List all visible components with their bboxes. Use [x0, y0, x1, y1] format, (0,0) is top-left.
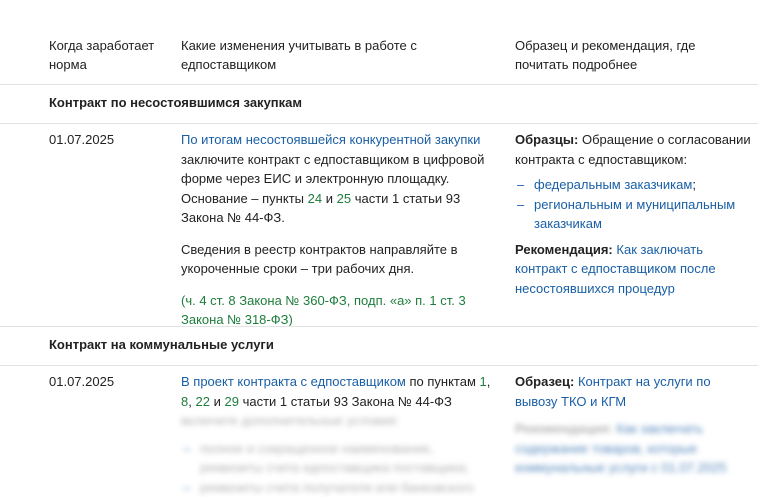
conjunction: и	[326, 191, 333, 206]
header-col-date: Когда заработает норма	[49, 36, 169, 74]
law-ref-link[interactable]: 22	[195, 394, 209, 409]
law-ref-link[interactable]: 24	[308, 191, 322, 206]
source-refs: (ч. 4 ст. 8 Закона № 360-ФЗ, подп. «а» п…	[181, 291, 496, 330]
document-table: Когда заработает норма Какие изменения у…	[0, 0, 762, 491]
article-link[interactable]: В проект контракта с едпоставщиком	[181, 374, 406, 389]
punctuation: ;	[692, 177, 696, 192]
conjunction: и	[214, 394, 221, 409]
divider	[0, 326, 758, 327]
blurred-text: включите дополнительные условия:	[181, 411, 496, 431]
effective-date: 01.07.2025	[49, 372, 114, 392]
law-ref-link[interactable]: 1	[480, 374, 487, 389]
section-title: Контракт на коммунальные услуги	[49, 337, 274, 352]
samples-cell: Образец: Контракт на услуги по вывозу ТК…	[515, 372, 755, 478]
changes-cell: По итогам несостоявшейся конкурентной за…	[181, 130, 496, 330]
effective-date: 01.07.2025	[49, 130, 114, 150]
separator: ,	[347, 293, 351, 308]
punctuation: ,	[487, 374, 491, 389]
list-item: реквизиты счета получателя или банковско…	[181, 478, 496, 497]
sample-link[interactable]: федеральным заказчикам	[534, 177, 692, 192]
blurred-label: Рекомендация:	[515, 421, 613, 436]
law-ref-link[interactable]: ч. 4 ст. 8 Закона № 360-ФЗ	[185, 293, 346, 308]
blurred-list: полное и сокращенное наименование, рекви…	[181, 439, 496, 497]
section-title: Контракт по несостоявшимся закупкам	[49, 95, 302, 110]
paywall-blurred-content: Рекомендация: Как заключать содержание т…	[515, 419, 755, 478]
sample-link[interactable]: региональным и муниципальным заказчикам	[534, 197, 735, 232]
sample-label: Образец:	[515, 374, 574, 389]
divider	[0, 123, 758, 124]
changes-cell: В проект контракта с едпоставщиком по пу…	[181, 372, 496, 497]
list-item: федеральным заказчикам;	[515, 175, 755, 195]
list-item: полное и сокращенное наименование, рекви…	[181, 439, 496, 478]
samples-label: Образцы:	[515, 132, 578, 147]
law-ref-link[interactable]: 25	[337, 191, 351, 206]
law-ref-link[interactable]: 29	[224, 394, 238, 409]
header-col-changes: Какие изменения учитывать в работе с едп…	[181, 36, 441, 74]
article-link[interactable]: По итогам несостоявшейся конкурентной за…	[181, 132, 480, 147]
samples-cell: Образцы: Обращение о согласовании контра…	[515, 130, 755, 298]
changes-text: по пунктам	[410, 374, 476, 389]
list-item: региональным и муниципальным заказчикам	[515, 195, 755, 234]
paywall-blurred-content: включите дополнительные условия: полное …	[181, 411, 496, 497]
samples-list: федеральным заказчикам; региональным и м…	[515, 175, 755, 234]
paren: )	[288, 312, 292, 327]
divider	[0, 84, 758, 85]
header-col-samples: Образец и рекомендация, где почитать под…	[515, 36, 715, 74]
changes-text: части 1 статьи 93 Закона № 44-ФЗ	[243, 394, 452, 409]
recommendation-label: Рекомендация:	[515, 242, 613, 257]
punctuation: ,	[188, 394, 192, 409]
registry-note: Сведения в реестр контрактов направляйте…	[181, 240, 496, 279]
divider	[0, 365, 758, 366]
